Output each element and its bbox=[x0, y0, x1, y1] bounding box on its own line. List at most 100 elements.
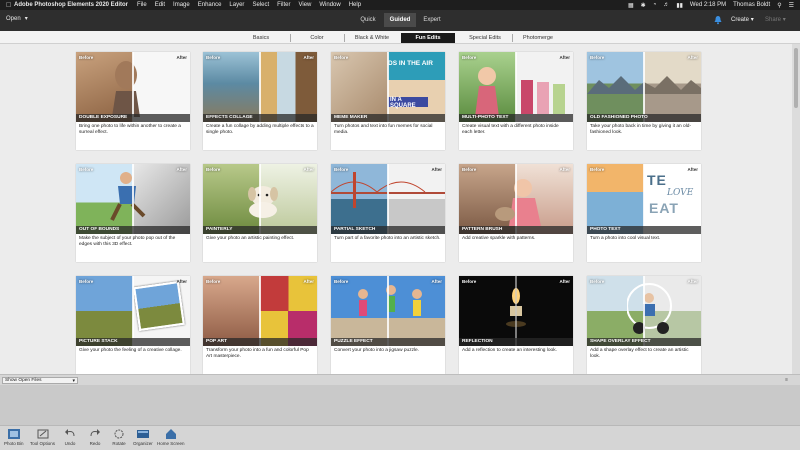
card-thumbnail: TE LOVE EAT Before After PHOTO TEXT bbox=[587, 164, 701, 234]
tab-fun-edits[interactable]: Fun Edits bbox=[401, 33, 455, 43]
menu-file[interactable]: File bbox=[137, 2, 147, 8]
card-title: SHAPE OVERLAY EFFECT bbox=[587, 338, 701, 346]
after-tag: After bbox=[303, 55, 314, 60]
menu-enhance[interactable]: Enhance bbox=[198, 2, 222, 8]
card-title: REFLECTION bbox=[459, 338, 573, 346]
menu-list-icon[interactable]: ☰ bbox=[789, 2, 794, 9]
spotlight-icon[interactable]: ⚲ bbox=[777, 2, 781, 9]
user-name[interactable]: Thomas Boldt bbox=[733, 2, 770, 8]
guided-category-tabs: Basics Color Black & White Fun Edits Spe… bbox=[0, 31, 800, 44]
card-description: Add a shape overlay effect to create an … bbox=[590, 348, 689, 359]
card-thumbnail: Before After REFLECTION bbox=[459, 276, 573, 346]
card-photo-text[interactable]: TE LOVE EAT Before After PHOTO TEXT Turn… bbox=[587, 164, 701, 262]
before-tag: Before bbox=[206, 55, 221, 60]
share-button[interactable]: Share ▾ bbox=[765, 16, 786, 23]
card-partial-sketch[interactable]: Before After PARTIAL SKETCH Turn part of… bbox=[331, 164, 445, 262]
before-tag: Before bbox=[334, 167, 349, 172]
card-title: POP ART bbox=[203, 338, 317, 346]
tab-quick[interactable]: Quick bbox=[352, 13, 384, 27]
tab-expert[interactable]: Expert bbox=[416, 13, 448, 27]
tab-guided[interactable]: Guided bbox=[384, 13, 416, 27]
card-picture-stack[interactable]: Before After PICTURE STACK Give your pho… bbox=[76, 276, 190, 374]
menu-layer[interactable]: Layer bbox=[229, 2, 244, 8]
volume-icon[interactable]: ♬ bbox=[663, 2, 669, 8]
menu-select[interactable]: Select bbox=[252, 2, 269, 8]
card-multi-photo-text[interactable]: Before After MULTI-PHOTO TEXT Create vis… bbox=[459, 52, 573, 150]
card-double-exposure[interactable]: Before After DOUBLE EXPOSURE Bring one p… bbox=[76, 52, 190, 150]
tab-color[interactable]: Color bbox=[300, 33, 334, 43]
meme-top-text: DS IN THE AIR bbox=[388, 60, 433, 67]
card-painterly[interactable]: Before After PAINTERLY Give your photo a… bbox=[203, 164, 317, 262]
create-button[interactable]: Create ▾ bbox=[731, 16, 754, 23]
create-label: Create bbox=[731, 17, 750, 23]
before-tag: Before bbox=[206, 279, 221, 284]
mode-tabs: Quick Guided Expert bbox=[352, 13, 448, 27]
chevron-down-icon: ▾ bbox=[750, 17, 754, 23]
tab-special-edits[interactable]: Special Edits bbox=[462, 33, 508, 43]
card-title: OLD FASHIONED PHOTO bbox=[587, 114, 701, 122]
show-open-files-select[interactable]: Show Open Files ▾ bbox=[2, 377, 78, 384]
card-title: PICTURE STACK bbox=[76, 338, 190, 346]
home-icon bbox=[165, 429, 176, 439]
after-tag: After bbox=[559, 55, 570, 60]
organizer-button[interactable]: Organizer bbox=[133, 428, 153, 446]
card-old-fashioned-photo[interactable]: Before After OLD FASHIONED PHOTO Take yo… bbox=[587, 52, 701, 150]
photo-bin-area bbox=[0, 385, 800, 425]
tab-divider bbox=[344, 34, 345, 42]
card-reflection[interactable]: Before After REFLECTION Add a reflection… bbox=[459, 276, 573, 374]
jumping-boy-figure bbox=[110, 172, 146, 221]
undo-label: Undo bbox=[64, 441, 76, 446]
tab-basics[interactable]: Basics bbox=[243, 33, 279, 43]
before-tag: Before bbox=[206, 167, 221, 172]
after-tag: After bbox=[431, 167, 442, 172]
battery-icon[interactable]: ▮▮ bbox=[676, 2, 683, 9]
child-figure bbox=[475, 67, 499, 117]
photo-bin-header: Show Open Files ▾ ≡ bbox=[0, 374, 800, 385]
menu-image[interactable]: Image bbox=[173, 2, 190, 8]
photo-bin-button[interactable]: Photo Bin bbox=[4, 428, 24, 446]
vertical-scrollbar[interactable] bbox=[792, 44, 800, 374]
tool-options-button[interactable]: Tool Options bbox=[30, 428, 55, 446]
bin-options-icon[interactable]: ≡ bbox=[785, 377, 788, 383]
card-thumbnail: Before After PARTIAL SKETCH bbox=[331, 164, 445, 234]
card-description: Make the subject of your photo pop out o… bbox=[79, 236, 176, 247]
after-tag: After bbox=[559, 167, 570, 172]
redo-button[interactable]: Redo bbox=[88, 428, 102, 446]
home-screen-button[interactable]: Home Screen bbox=[157, 428, 185, 446]
undo-button[interactable]: Undo bbox=[63, 428, 77, 446]
card-out-of-bounds[interactable]: Before After OUT OF BOUNDS Make the subj… bbox=[76, 164, 190, 262]
card-title: DOUBLE EXPOSURE bbox=[76, 114, 190, 122]
chevron-down-icon: ▾ bbox=[782, 17, 786, 23]
clock-text[interactable]: Wed 2:18 PM bbox=[690, 2, 726, 8]
tab-photomerge[interactable]: Photomerge bbox=[516, 33, 560, 43]
card-description: Turn photos and text into fun memes for … bbox=[334, 124, 433, 135]
card-shape-overlay-effect[interactable]: Before After SHAPE OVERLAY EFFECT Add a … bbox=[587, 276, 701, 374]
notification-bell-icon[interactable] bbox=[713, 15, 723, 25]
menu-window[interactable]: Window bbox=[319, 2, 340, 8]
menu-edit[interactable]: Edit bbox=[155, 2, 165, 8]
open-button[interactable]: Open ▾ bbox=[6, 15, 28, 23]
open-label: Open bbox=[6, 15, 21, 22]
menu-filter[interactable]: Filter bbox=[277, 2, 290, 8]
menu-help[interactable]: Help bbox=[349, 2, 361, 8]
card-pop-art[interactable]: Before After POP ART Transform your phot… bbox=[203, 276, 317, 374]
card-puzzle-effect[interactable]: Before After PUZZLE EFFECT Convert your … bbox=[331, 276, 445, 374]
rotate-button[interactable]: Rotate bbox=[112, 428, 126, 446]
apple-icon[interactable]:  bbox=[6, 2, 14, 9]
card-description: Bring one photo to life within another t… bbox=[79, 124, 181, 135]
card-description: Convert your photo into a jigsaw puzzle. bbox=[334, 348, 420, 353]
rotate-label: Rotate bbox=[112, 441, 126, 446]
control-strip-icon[interactable]: ▦ bbox=[628, 2, 634, 9]
wifi-icon[interactable]: ◔ bbox=[653, 2, 657, 8]
bluetooth-icon[interactable]: ✱ bbox=[641, 2, 646, 9]
card-pattern-brush[interactable]: Before After PATTERN BRUSH Add creative … bbox=[459, 164, 573, 262]
card-title: PATTERN BRUSH bbox=[459, 226, 573, 234]
tab-black-white[interactable]: Black & White bbox=[348, 33, 396, 43]
card-meme-maker[interactable]: DS IN THE AIR IN A SQUARE Before MEME MA… bbox=[331, 52, 445, 150]
photo-text-te: TE bbox=[647, 172, 667, 188]
card-effects-collage[interactable]: Before After EFFECTS COLLAGE Create a fu… bbox=[203, 52, 317, 150]
menu-view[interactable]: View bbox=[298, 2, 311, 8]
before-tag: Before bbox=[590, 55, 605, 60]
scrollbar-thumb[interactable] bbox=[794, 48, 798, 108]
app-name-menu[interactable]: Adobe Photoshop Elements 2020 Editor bbox=[14, 2, 128, 8]
